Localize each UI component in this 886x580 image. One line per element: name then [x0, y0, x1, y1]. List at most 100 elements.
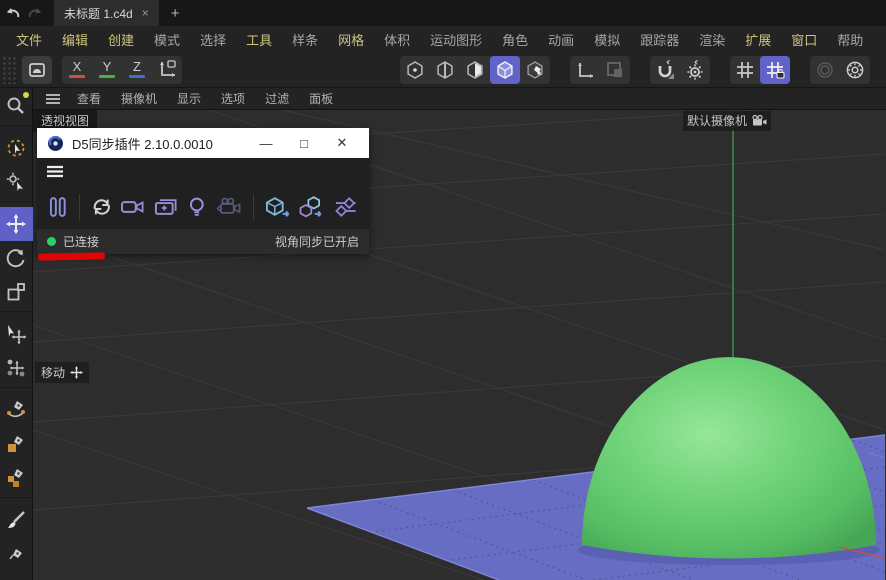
workplane-button[interactable]: [600, 56, 630, 84]
menu-tools[interactable]: 工具: [236, 30, 282, 49]
pen-volume-tool[interactable]: [0, 461, 33, 495]
menu-animate[interactable]: 动画: [538, 30, 584, 49]
snap-move-tool[interactable]: [0, 351, 33, 385]
scale-tool[interactable]: [0, 275, 33, 309]
pen-tool[interactable]: [0, 537, 33, 571]
viewport-3d-canvas[interactable]: 透视视图 默认摄像机 D5同步插件 2.10.0.0010 — □ ✕: [33, 110, 886, 580]
d5-dialog-body: 已连接 视角同步已开启: [37, 158, 369, 254]
selection-move-tool[interactable]: [0, 317, 33, 351]
zoom-tool[interactable]: [0, 89, 33, 123]
sync-movie-camera-icon[interactable]: [216, 195, 244, 219]
undo-button[interactable]: [0, 0, 24, 26]
menu-render[interactable]: 渲染: [689, 30, 735, 49]
minimize-button[interactable]: —: [251, 136, 281, 151]
rectangle-spline-tool[interactable]: [0, 427, 33, 461]
d5-status-bar: 已连接 视角同步已开启: [37, 229, 369, 254]
d5-sync-dialog: D5同步插件 2.10.0.0010 — □ ✕: [37, 128, 369, 254]
viewport-menu-display[interactable]: 显示: [167, 90, 211, 107]
y-axis-button[interactable]: Y: [92, 56, 122, 84]
grid-toggle-button[interactable]: [730, 56, 760, 84]
menu-spline[interactable]: 样条: [282, 30, 328, 49]
snap-settings-button[interactable]: [680, 56, 710, 84]
pause-sync-icon[interactable]: [47, 195, 69, 219]
render-settings-button[interactable]: [840, 56, 870, 84]
redo-button[interactable]: [24, 0, 48, 26]
menu-simulate[interactable]: 模拟: [584, 30, 630, 49]
viewport-menubar: 查看 摄像机 显示 选项 过滤 面板: [33, 88, 886, 110]
tool-badge: [23, 92, 29, 98]
sync-light-icon[interactable]: [185, 195, 209, 219]
menu-edit[interactable]: 编辑: [52, 30, 98, 49]
menu-mograph[interactable]: 运动图形: [420, 30, 492, 49]
viewport-camera-label[interactable]: 默认摄像机: [683, 111, 771, 131]
points-mode-button[interactable]: [400, 56, 430, 84]
edges-mode-button[interactable]: [430, 56, 460, 84]
rotate-tool[interactable]: [0, 241, 33, 275]
model-mode-button[interactable]: [490, 56, 520, 84]
menu-select[interactable]: 选择: [190, 30, 236, 49]
tool-sidebar: [0, 88, 33, 580]
viewport-menu-options[interactable]: 选项: [211, 90, 255, 107]
render-rings-button[interactable]: [810, 56, 840, 84]
grid-lock-button[interactable]: [760, 56, 790, 84]
make-editable-button[interactable]: [22, 56, 52, 84]
toolbar-drag-handle[interactable]: [2, 56, 18, 84]
axis-modification-button[interactable]: [570, 56, 600, 84]
snap-group: [650, 56, 710, 84]
menu-volume[interactable]: 体积: [374, 30, 420, 49]
export-all-models-icon[interactable]: [299, 195, 327, 219]
document-tab[interactable]: 未标题 1.c4d ×: [54, 0, 159, 26]
render-group: [810, 56, 870, 84]
menu-help[interactable]: 帮助: [827, 30, 873, 49]
move-tool[interactable]: [0, 207, 33, 241]
export-model-icon[interactable]: [264, 195, 292, 219]
sync-camera-icon[interactable]: [120, 195, 146, 219]
axis-lock-group: X Y Z: [62, 56, 182, 84]
sync-screen-icon[interactable]: [153, 195, 179, 219]
menu-extensions[interactable]: 扩展: [735, 30, 781, 49]
brush-tool[interactable]: [0, 503, 33, 537]
menu-tracker[interactable]: 跟踪器: [630, 30, 689, 49]
sync-settings-icon[interactable]: [333, 195, 359, 219]
viewport-menu-cameras[interactable]: 摄像机: [111, 90, 167, 107]
z-axis-button[interactable]: Z: [122, 56, 152, 84]
sphere-object[interactable]: [582, 357, 876, 558]
active-tool-hint: 移动: [35, 362, 89, 383]
snap-magnet-button[interactable]: [650, 56, 680, 84]
separator: [79, 194, 80, 220]
d5-dialog-titlebar[interactable]: D5同步插件 2.10.0.0010 — □ ✕: [37, 128, 369, 158]
viewport-menu-panel[interactable]: 面板: [299, 90, 343, 107]
viewport-menu-filter[interactable]: 过滤: [255, 90, 299, 107]
viewport-menu-view[interactable]: 查看: [67, 90, 111, 107]
cinema4d-window: 未标题 1.c4d × + 文件 编辑 创建 模式 选择 工具 样条 网格 体积…: [0, 0, 886, 580]
cinema4d-logo-icon: [47, 135, 64, 152]
polygons-mode-button[interactable]: [460, 56, 490, 84]
menu-file[interactable]: 文件: [6, 30, 52, 49]
viewport-menu-icon[interactable]: [39, 93, 67, 105]
close-button[interactable]: ✕: [327, 135, 357, 151]
live-selection-tool[interactable]: [0, 131, 33, 165]
menu-character[interactable]: 角色: [492, 30, 538, 49]
document-tab-title: 未标题 1.c4d: [64, 5, 133, 22]
menu-mesh[interactable]: 网格: [328, 30, 374, 49]
coordinate-system-button[interactable]: [152, 56, 182, 84]
toolbar: X Y Z: [0, 52, 886, 88]
x-axis-button[interactable]: X: [62, 56, 92, 84]
spline-pen-tool[interactable]: [0, 393, 33, 427]
menu-window[interactable]: 窗口: [781, 30, 827, 49]
workplane-group: [570, 56, 630, 84]
maximize-button[interactable]: □: [289, 136, 319, 151]
tweak-tool[interactable]: [0, 165, 33, 199]
separator: [253, 194, 254, 220]
titlebar: 未标题 1.c4d × +: [0, 0, 886, 26]
d5-dialog-title: D5同步插件 2.10.0.0010: [72, 134, 243, 153]
texture-mode-button[interactable]: [520, 56, 550, 84]
d5-toolbar: [37, 185, 369, 229]
tab-close-icon[interactable]: ×: [142, 6, 149, 20]
menu-mode[interactable]: 模式: [144, 30, 190, 49]
d5-menu-row: [37, 158, 369, 185]
hamburger-menu-icon[interactable]: [46, 165, 64, 178]
new-tab-button[interactable]: +: [159, 0, 192, 26]
menu-create[interactable]: 创建: [98, 30, 144, 49]
refresh-sync-icon[interactable]: [90, 195, 114, 219]
